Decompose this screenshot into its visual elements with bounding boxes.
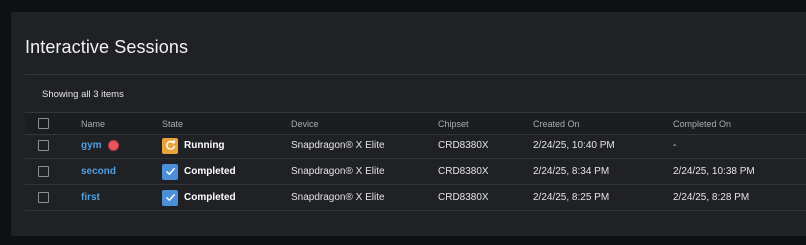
- state-cell: Running: [162, 133, 225, 158]
- name-cell: gym: [81, 133, 118, 158]
- created-on-cell: 2/24/25, 8:25 PM: [533, 192, 610, 203]
- row-checkbox[interactable]: [38, 140, 49, 151]
- state-cell: Completed: [162, 159, 236, 184]
- status-dot-icon: [108, 141, 118, 150]
- chipset-cell: CRD8380X: [438, 140, 489, 151]
- session-name-link[interactable]: second: [81, 166, 116, 177]
- column-header-created-on[interactable]: Created On: [533, 113, 580, 134]
- name-cell: first: [81, 185, 100, 210]
- row-checkbox[interactable]: [38, 192, 49, 203]
- chipset-cell: CRD8380X: [438, 192, 489, 203]
- name-cell: second: [81, 159, 116, 184]
- session-name-link[interactable]: first: [81, 192, 100, 203]
- table-row[interactable]: second Completed Snapdragon® X Elite CRD…: [25, 159, 806, 185]
- created-on-cell: 2/24/25, 8:34 PM: [533, 166, 610, 177]
- session-name-link[interactable]: gym: [81, 140, 102, 151]
- column-header-name[interactable]: Name: [81, 113, 105, 134]
- device-cell: Snapdragon® X Elite: [291, 140, 385, 151]
- row-checkbox[interactable]: [38, 166, 49, 177]
- row-checkbox-cell[interactable]: [38, 185, 49, 210]
- items-count-label: Showing all 3 items: [42, 89, 124, 100]
- column-header-device[interactable]: Device: [291, 113, 319, 134]
- page-title: Interactive Sessions: [25, 37, 189, 57]
- state-label: Running: [184, 140, 225, 151]
- state-label: Completed: [184, 192, 236, 203]
- refresh-icon: [162, 137, 178, 154]
- table-row[interactable]: gym Running Snapdragon® X Elite CRD8380X…: [25, 133, 806, 159]
- device-cell: Snapdragon® X Elite: [291, 166, 385, 177]
- table-row[interactable]: first Completed Snapdragon® X Elite CRD8…: [25, 185, 806, 211]
- select-all-checkbox[interactable]: [38, 118, 49, 129]
- row-checkbox-cell[interactable]: [38, 133, 49, 158]
- completed-on-cell: 2/24/25, 8:28 PM: [673, 192, 750, 203]
- column-header-chipset[interactable]: Chipset: [438, 113, 469, 134]
- chipset-cell: CRD8380X: [438, 166, 489, 177]
- completed-on-cell: 2/24/25, 10:38 PM: [673, 166, 755, 177]
- select-all-checkbox-cell[interactable]: [38, 113, 49, 134]
- table-header: Name State Device Chipset Created On Com…: [25, 112, 806, 135]
- check-icon: [162, 163, 178, 180]
- column-header-completed-on[interactable]: Completed On: [673, 113, 731, 134]
- row-checkbox-cell[interactable]: [38, 159, 49, 184]
- completed-on-cell: -: [673, 140, 677, 151]
- column-header-state[interactable]: State: [162, 113, 183, 134]
- check-icon: [162, 189, 178, 206]
- title-divider: [25, 74, 806, 75]
- state-label: Completed: [184, 166, 236, 177]
- device-cell: Snapdragon® X Elite: [291, 192, 385, 203]
- sessions-panel: Interactive Sessions Showing all 3 items…: [11, 12, 806, 236]
- state-cell: Completed: [162, 185, 236, 210]
- created-on-cell: 2/24/25, 10:40 PM: [533, 140, 615, 151]
